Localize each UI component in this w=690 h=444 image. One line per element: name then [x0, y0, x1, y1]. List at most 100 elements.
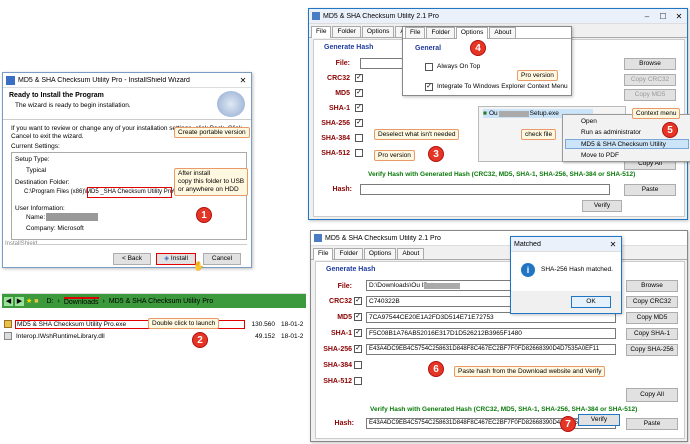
back-button[interactable]: < Back [113, 253, 151, 265]
browse-button[interactable]: Browse [624, 58, 676, 70]
sha384-checkbox[interactable] [355, 134, 363, 142]
always-on-top-checkbox[interactable] [425, 63, 433, 71]
installer-app-icon [6, 75, 15, 85]
exe-icon [4, 320, 12, 328]
back-arrow-icon[interactable]: ◀ [4, 296, 13, 306]
verify-heading: Verify Hash with Generated Hash (CRC32, … [370, 406, 638, 413]
forward-arrow-icon[interactable]: ▶ [15, 296, 24, 306]
md5-label: MD5 [337, 314, 352, 321]
step-badge-3: 3 [428, 146, 444, 162]
tab-about[interactable]: About [489, 27, 517, 38]
setup-name-prefix: Ou [488, 110, 498, 117]
hash-input[interactable] [360, 184, 610, 195]
ok-button[interactable]: OK [571, 296, 611, 308]
generate-hash-heading: Generate Hash [326, 266, 376, 273]
file-row-dll[interactable]: Interop.IWshRuntimeLibrary.dll 49.152 18… [4, 331, 304, 341]
utility-top-title: MD5 & SHA Checksum Utility 2.1 Pro [323, 12, 439, 20]
dest-highlight [87, 187, 172, 198]
sha1-value[interactable]: F5C08B1A76AB52016E317D1D526212B3965F1480 [366, 328, 616, 339]
md5-checkbox[interactable]: ✓ [355, 89, 363, 97]
minimize-icon[interactable]: – [639, 12, 655, 21]
sha256-checkbox[interactable]: ✓ [355, 119, 363, 127]
path-sub[interactable]: MD5 & SHA Checksum Utility Pro [109, 298, 213, 305]
user-info-label: User Information: [15, 205, 65, 212]
tab-options[interactable]: Options [455, 27, 489, 39]
crc32-label: CRC32 [329, 298, 352, 305]
sha256-label: SHA-256 [321, 120, 350, 127]
context-item-pdf[interactable]: Move to PDF [581, 152, 619, 159]
callout-after-install: After install copy this folder to USB or… [174, 168, 249, 196]
setup-name-redacted [498, 110, 529, 117]
name-redacted [46, 213, 98, 221]
installer-footer-line [35, 244, 247, 245]
dialog-title: Matched [514, 240, 541, 248]
copy-crc32-button[interactable]: Copy CRC32 [626, 296, 678, 308]
copy-sha256-button[interactable]: Copy SHA-256 [626, 344, 678, 356]
sha256-value[interactable]: E43A4DC9EB4C5754C258631D848F8C467EC2BF7F… [366, 344, 616, 355]
star-icon[interactable]: ★ [26, 297, 32, 305]
sha1-label: SHA-1 [328, 105, 350, 112]
path-folder[interactable]: Downloads [63, 296, 99, 306]
tab-file[interactable]: File [311, 26, 332, 38]
browse-button[interactable]: Browse [626, 280, 678, 292]
callout-double-click: Double click to launch [148, 318, 220, 329]
paste-button[interactable]: Paste [626, 418, 678, 430]
file-label: File: [337, 283, 352, 290]
sha1-checkbox[interactable]: ✓ [355, 104, 363, 112]
tab-options[interactable]: Options [361, 26, 395, 37]
tab-file[interactable]: File [313, 248, 334, 260]
copy-all-button[interactable]: Copy All [626, 388, 678, 402]
callout-paste-hash: Paste hash from the Download website and… [454, 366, 606, 377]
installer-subheading: The wizard is ready to begin installatio… [15, 102, 131, 109]
context-item-open[interactable]: Open [581, 118, 597, 125]
step-badge-4: 4 [470, 40, 486, 56]
install-button[interactable]: ◈ Install [156, 253, 196, 265]
tab-folder[interactable]: Folder [426, 27, 455, 38]
sha512-checkbox[interactable] [354, 377, 362, 385]
crc32-checkbox[interactable]: ✓ [355, 74, 363, 82]
utility-bottom-tabs: File Folder Options About [311, 248, 687, 260]
cancel-button[interactable]: Cancel [203, 253, 241, 265]
general-heading: General [415, 45, 442, 52]
integrate-checkbox[interactable]: ✓ [425, 83, 433, 91]
options-tabs: File Folder Options About [403, 27, 571, 39]
context-item-run-admin[interactable]: Run as administrator [581, 129, 641, 136]
company-label: Company: Microsoft [26, 225, 84, 232]
installer-footer: InstallShield [5, 241, 38, 247]
copy-sha1-button[interactable]: Copy SHA-1 [626, 328, 678, 340]
tab-folder[interactable]: Folder [334, 248, 363, 259]
paste-button[interactable]: Paste [624, 184, 676, 196]
sha384-checkbox[interactable] [354, 361, 362, 369]
dest-folder-label: Destination Folder: [15, 179, 70, 186]
utility-window-bottom: MD5 & SHA Checksum Utility 2.1 Pro File … [310, 230, 688, 442]
callout-context-menu: Context menu [632, 108, 681, 119]
path-drive[interactable]: D: [47, 298, 54, 305]
tab-about[interactable]: About [397, 248, 425, 259]
matched-dialog: Matched ✕ i SHA-256 Hash matched. OK [510, 236, 622, 314]
copy-md5-button[interactable]: Copy MD5 [626, 312, 678, 324]
md5-checkbox[interactable]: ✓ [354, 313, 362, 321]
tab-folder[interactable]: Folder [332, 26, 361, 37]
verify-button[interactable]: Verify [578, 414, 620, 426]
utility-app-icon [314, 234, 322, 242]
copy-md5-button[interactable]: Copy MD5 [624, 89, 676, 101]
tab-file[interactable]: File [405, 27, 426, 38]
current-settings-label: Current Settings: [11, 143, 60, 150]
tab-options[interactable]: Options [363, 248, 397, 259]
sha512-checkbox[interactable] [355, 149, 363, 157]
verify-button[interactable]: Verify [582, 200, 622, 212]
close-icon[interactable]: ✕ [235, 76, 251, 85]
sha1-checkbox[interactable]: ✓ [354, 329, 362, 337]
setup-name-suffix: Setup.exe [529, 110, 559, 117]
hash-label: Hash: [334, 420, 354, 427]
file-size: 49.152 [255, 332, 275, 340]
utility-bottom-panel: Generate Hash File: D:\Downloads\Ou lSet… [315, 261, 685, 439]
file-name: Interop.IWshRuntimeLibrary.dll [16, 332, 105, 340]
maximize-icon[interactable]: ☐ [655, 12, 671, 21]
utility-app-icon [312, 12, 320, 20]
crc32-checkbox[interactable]: ✓ [354, 297, 362, 305]
close-icon[interactable]: ✕ [605, 240, 621, 249]
copy-crc32-button[interactable]: Copy CRC32 [624, 74, 676, 86]
sha256-checkbox[interactable]: ✓ [354, 345, 362, 353]
close-icon[interactable]: ✕ [671, 12, 687, 21]
